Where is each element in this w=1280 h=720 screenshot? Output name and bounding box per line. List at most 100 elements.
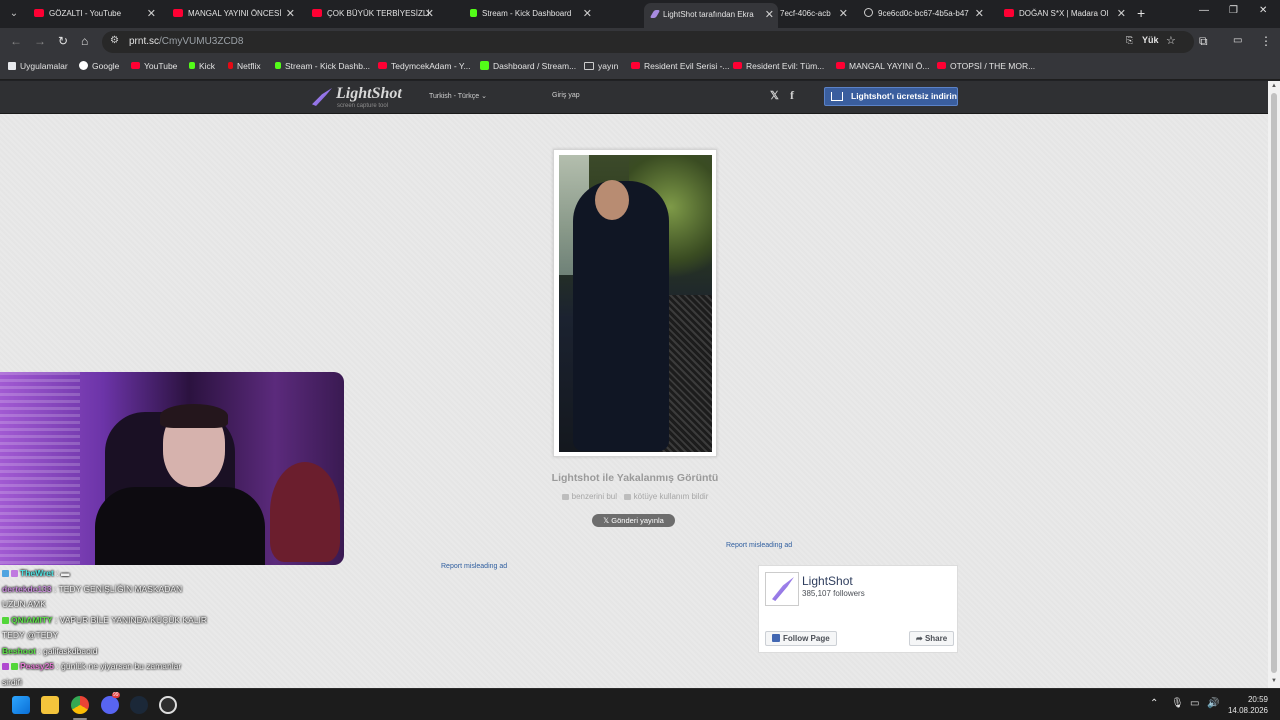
scroll-thumb[interactable]: [1271, 93, 1277, 673]
report-misleading-ad-link[interactable]: Report misleading ad: [726, 542, 792, 549]
close-tab-icon[interactable]: ✕: [975, 2, 984, 26]
bookmark-kick-dashboard[interactable]: Stream - Kick Dashb...: [275, 61, 370, 71]
bookmark-label: MANGAL YAYINI Ö...: [849, 61, 930, 71]
tab-dogan[interactable]: DOĞAN S*X | Madara Ol ✕: [1000, 2, 1130, 26]
report-abuse-link[interactable]: kötüye kullanım bildir: [623, 492, 708, 501]
site-info-icon[interactable]: ⚙: [110, 35, 119, 46]
apps-grid-icon: [8, 61, 16, 70]
close-tab-icon[interactable]: ✕: [1117, 2, 1126, 26]
tab-mangal[interactable]: MANGAL YAYINI ÖNCESİ ✕: [169, 2, 299, 26]
address-bar[interactable]: ⚙ prnt.sc/CmyVUMU3ZCD8 ⎘ Yük ☆: [102, 31, 1194, 53]
globe-icon: [864, 8, 873, 18]
download-icon: [831, 92, 843, 101]
facebook-icon[interactable]: f: [790, 88, 794, 103]
close-tab-icon[interactable]: ✕: [147, 2, 156, 26]
windows-start-icon[interactable]: [12, 696, 30, 714]
chevron-down-icon: ⌄: [481, 93, 488, 100]
bookmark-mangal[interactable]: MANGAL YAYINI Ö...: [836, 61, 929, 71]
chat-badge-icon: [2, 663, 9, 671]
reload-icon[interactable]: ↻: [58, 34, 68, 48]
scroll-down-icon[interactable]: ▼: [1271, 678, 1277, 684]
find-similar-link[interactable]: benzerini bul: [561, 492, 617, 501]
tab-hash-1[interactable]: 7ecf-406c-acb ✕: [780, 2, 852, 26]
install-app-icon[interactable]: ⎘: [1126, 35, 1133, 46]
restore-icon[interactable]: ❐: [1229, 5, 1238, 16]
close-tab-icon[interactable]: ✕: [286, 2, 295, 26]
page-scrollbar[interactable]: ▲ ▼: [1268, 81, 1280, 688]
report-misleading-ad-link[interactable]: Report misleading ad: [441, 563, 507, 570]
omnibox-badge[interactable]: Yük: [1142, 35, 1159, 45]
kick-icon: [275, 62, 281, 70]
youtube-icon: [378, 62, 387, 70]
notification-badge: 99: [112, 692, 120, 698]
tray-overflow-icon[interactable]: ⌃: [1150, 698, 1158, 709]
windows-taskbar: 99 ⌃ 🎙 ▭ 🔊 20:59 14.08.2026: [0, 688, 1280, 720]
scroll-up-icon[interactable]: ▲: [1271, 83, 1277, 89]
tab-lightshot[interactable]: LightShot tarafından Ekra ✕: [644, 3, 778, 28]
bookmark-youtube[interactable]: YouTube: [131, 61, 177, 71]
bookmark-label: Stream - Kick Dashb...: [285, 61, 371, 71]
profile-icon[interactable]: ▭: [1233, 35, 1242, 46]
bookmark-label: OTOPSİ / THE MOR...: [950, 61, 1036, 71]
download-lightshot-button[interactable]: Lightshot'ı ücretsiz indirin: [824, 87, 958, 106]
forward-icon[interactable]: →: [34, 34, 46, 48]
close-tab-icon[interactable]: ✕: [839, 2, 848, 26]
close-tab-icon[interactable]: ✕: [583, 2, 592, 26]
screenshot-frame[interactable]: [553, 149, 717, 457]
tab-search-chevron-icon[interactable]: ⌄: [6, 6, 22, 22]
extensions-icon[interactable]: ⧉: [1199, 34, 1208, 49]
login-link[interactable]: Giriş yap: [552, 92, 580, 99]
chat-message: QNIAMITY : VAPUR BİLE YANINDA KÜÇÜK KALI…: [2, 613, 252, 629]
chrome-icon[interactable]: [71, 696, 89, 714]
chat-text: UZUN AMK: [2, 599, 46, 609]
fb-follow-button[interactable]: Follow Page: [765, 631, 837, 646]
bookmark-folder-yayin[interactable]: yayın: [584, 61, 618, 71]
language-selector[interactable]: Turkish - Türkçe ⌄: [429, 92, 487, 100]
tab-kick-dashboard[interactable]: Stream - Kick Dashboard ✕: [466, 2, 596, 26]
fb-page-name[interactable]: LightShot: [802, 574, 853, 588]
steam-icon[interactable]: [130, 696, 148, 714]
bookmark-label: Netflix: [237, 61, 261, 71]
microphone-icon[interactable]: 🎙: [1171, 698, 1184, 709]
close-tab-icon[interactable]: ✕: [765, 3, 774, 27]
bookmark-resident-evil-tum[interactable]: Resident Evil: Tüm...: [733, 61, 824, 71]
tab-label: DOĞAN S*X | Madara Ol: [1019, 9, 1109, 18]
close-window-icon[interactable]: ✕: [1259, 5, 1267, 16]
bookmark-google[interactable]: Google: [79, 61, 119, 71]
bookmark-apps[interactable]: Uygulamalar: [8, 61, 68, 71]
home-icon[interactable]: ⌂: [81, 34, 88, 48]
lightshot-page-avatar[interactable]: [765, 572, 799, 606]
volume-icon[interactable]: 🔊: [1207, 698, 1219, 709]
discord-icon[interactable]: 99: [101, 692, 120, 714]
close-tab-icon[interactable]: ✕: [425, 2, 434, 26]
fb-share-button[interactable]: ➦ Share: [909, 631, 955, 646]
bookmark-tedymcekadam[interactable]: TedymcekAdam - Y...: [378, 61, 471, 71]
network-icon[interactable]: ▭: [1190, 698, 1199, 709]
bookmark-otopsi[interactable]: OTOPSİ / THE MOR...: [937, 61, 1035, 71]
twitter-icon[interactable]: 𝕏: [770, 89, 779, 102]
bookmark-netflix[interactable]: Netflix: [228, 61, 261, 71]
bookmark-kick[interactable]: Kick: [189, 61, 215, 71]
tab-terbiyesizlik[interactable]: ÇOK BÜYÜK TERBİYESİZLİ ✕: [308, 2, 438, 26]
feather-logo-icon: [312, 88, 332, 106]
chat-message: TEDY @TEDY: [2, 628, 252, 644]
bookmark-dashboard-stream[interactable]: Dashboard / Stream...: [480, 61, 576, 71]
menu-kebab-icon[interactable]: ⋮: [1260, 34, 1272, 48]
tab-hash-2[interactable]: 9ce6cd0c-bc67-4b5a-b47 ✕: [862, 2, 988, 26]
tweet-button[interactable]: 𝕏 Gönderi yayınla: [592, 514, 675, 527]
system-clock[interactable]: 20:59 14.08.2026: [1226, 694, 1268, 716]
bookmark-star-icon[interactable]: ☆: [1166, 34, 1176, 47]
url-text[interactable]: prnt.sc/CmyVUMU3ZCD8: [129, 36, 243, 47]
bookmark-resident-evil-serisi[interactable]: Resident Evil Serisi -...: [631, 61, 730, 71]
youtube-icon: [131, 62, 140, 70]
minimize-icon[interactable]: —: [1199, 5, 1209, 16]
screenshot-image[interactable]: [559, 155, 712, 452]
file-explorer-icon[interactable]: [41, 696, 59, 714]
chat-message: Beshoot : galifaskdbaoid: [2, 644, 252, 660]
new-tab-button[interactable]: +: [1137, 5, 1145, 21]
back-icon[interactable]: ←: [10, 34, 22, 48]
obs-icon[interactable]: [159, 696, 177, 714]
tab-gozalti[interactable]: GÖZALTI - YouTube ✕: [30, 2, 160, 26]
chat-text: : ğünlük ne yiyarsan bu zamanlar: [56, 661, 182, 671]
fb-share-label: Share: [924, 634, 948, 643]
